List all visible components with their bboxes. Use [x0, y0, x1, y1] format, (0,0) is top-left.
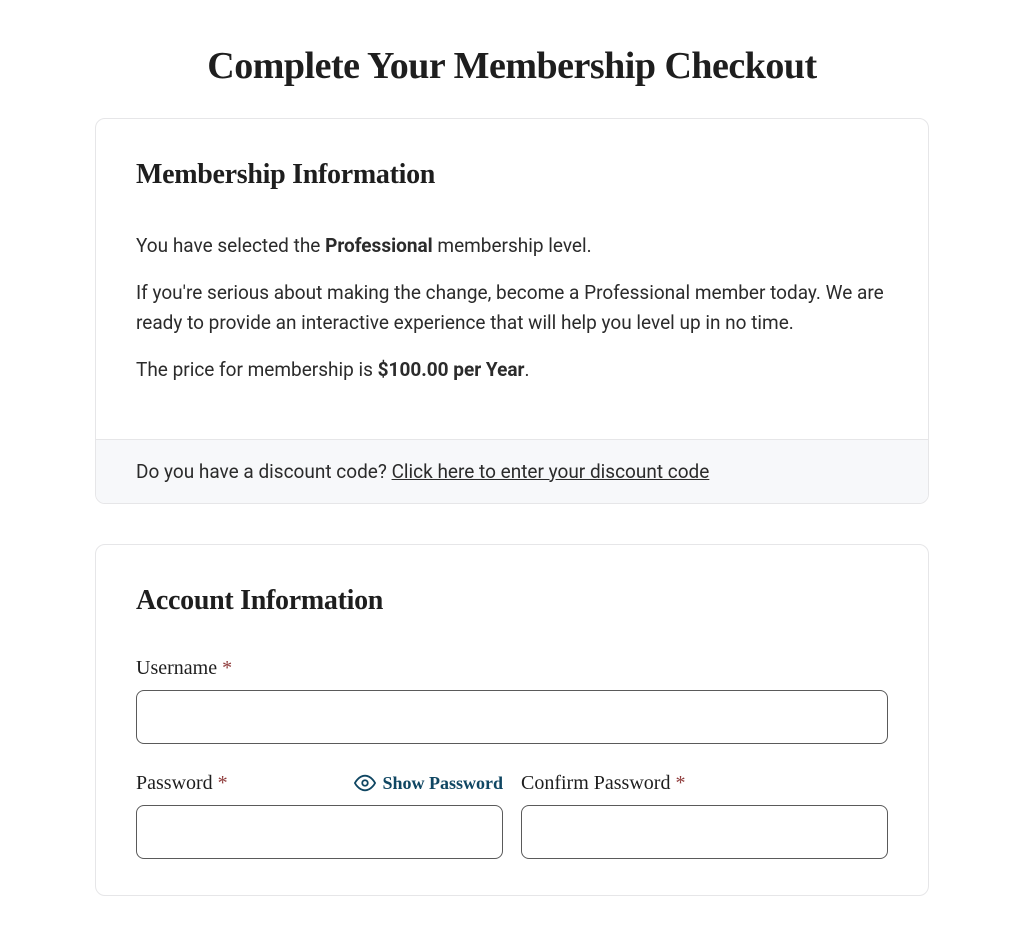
password-label: Password * — [136, 772, 228, 795]
membership-description: If you're serious about making the chang… — [136, 278, 888, 337]
confirm-password-label-row: Confirm Password * — [521, 772, 888, 795]
username-label: Username * — [136, 657, 888, 680]
page-title: Complete Your Membership Checkout — [0, 44, 1024, 88]
discount-code-link[interactable]: Click here to enter your discount code — [392, 460, 710, 483]
membership-price-prefix: The price for membership is — [136, 358, 378, 381]
membership-selected-text: You have selected the Professional membe… — [136, 231, 888, 260]
show-password-label: Show Password — [382, 773, 503, 794]
account-info-heading: Account Information — [136, 585, 888, 617]
required-mark: * — [222, 657, 232, 679]
username-label-text: Username — [136, 657, 217, 679]
confirm-password-label-text: Confirm Password — [521, 772, 670, 794]
password-input[interactable] — [136, 805, 503, 859]
membership-price-text: The price for membership is $100.00 per … — [136, 355, 888, 384]
membership-selected-prefix: You have selected the — [136, 234, 325, 257]
required-mark: * — [218, 772, 228, 794]
username-input[interactable] — [136, 690, 888, 744]
membership-selected-level: Professional — [325, 234, 433, 257]
membership-info-card: Membership Information You have selected… — [95, 118, 929, 504]
account-info-card: Account Information Username * Password … — [95, 544, 929, 896]
account-info-body: Account Information Username * Password … — [96, 545, 928, 895]
password-group: Password * Show Password — [136, 772, 503, 859]
membership-info-body: Membership Information You have selected… — [96, 119, 928, 439]
membership-info-heading: Membership Information — [136, 159, 888, 191]
membership-selected-suffix: membership level. — [433, 234, 592, 257]
confirm-password-input[interactable] — [521, 805, 888, 859]
show-password-toggle[interactable]: Show Password — [354, 772, 503, 794]
password-row: Password * Show Password — [136, 772, 888, 859]
membership-price-suffix: . — [524, 358, 529, 381]
password-label-row: Password * Show Password — [136, 772, 503, 795]
confirm-password-label: Confirm Password * — [521, 772, 685, 795]
eye-icon — [354, 772, 376, 794]
discount-code-bar: Do you have a discount code? Click here … — [96, 439, 928, 503]
membership-price-value: $100.00 per Year — [378, 358, 525, 381]
confirm-password-group: Confirm Password * — [521, 772, 888, 859]
password-label-text: Password — [136, 772, 213, 794]
username-group: Username * — [136, 657, 888, 744]
required-mark: * — [675, 772, 685, 794]
discount-prompt-text: Do you have a discount code? — [136, 460, 392, 483]
